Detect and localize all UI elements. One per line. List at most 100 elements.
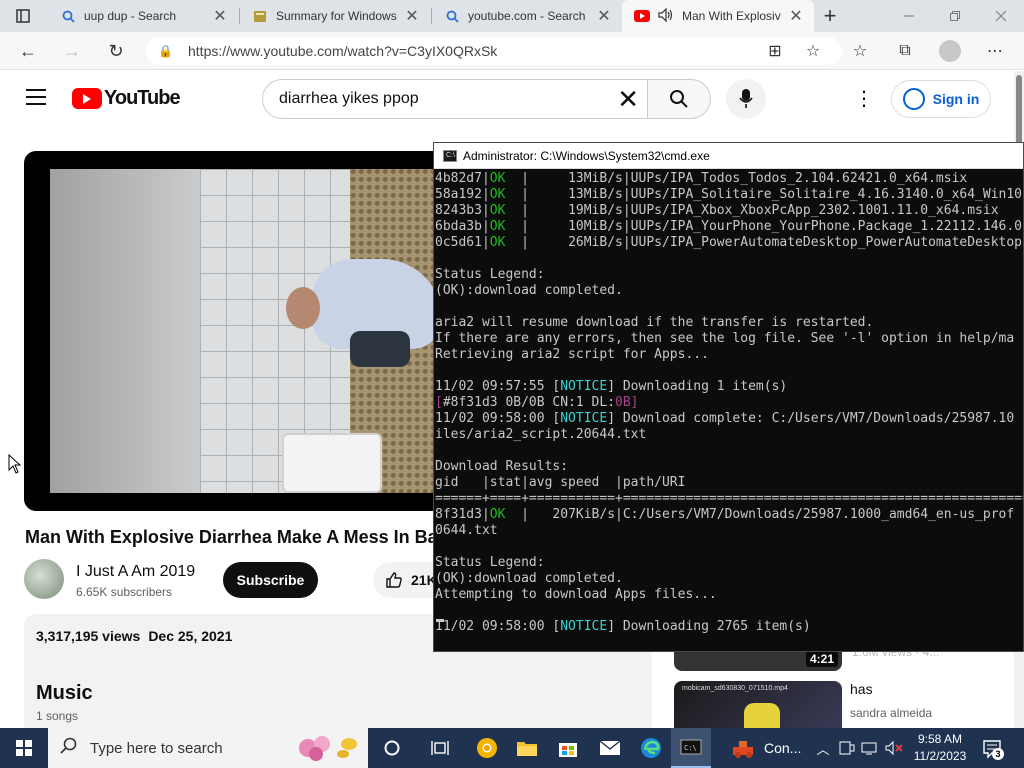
profile-avatar[interactable] <box>935 37 965 65</box>
close-icon <box>996 11 1006 21</box>
cmd-line: 0c5d61|OK | 26MiB/s|UUPs/IPA_PowerAutoma… <box>434 235 1023 251</box>
task-view-button[interactable] <box>420 728 460 768</box>
tab-uup-dup-search[interactable]: uup dup - Search ✕ <box>48 0 238 32</box>
cmd-text-notice: NOTICE <box>560 411 608 426</box>
thumbnail-caption: mobicam_sd630830_071510.mp4 <box>682 685 788 692</box>
chrome-app[interactable] <box>467 728 507 768</box>
edge-app[interactable] <box>631 728 671 768</box>
cmd-line: gid |stat|avg speed |path/URI <box>434 475 1023 491</box>
youtube-logo-text: YouTube <box>104 87 181 109</box>
close-window-button[interactable] <box>978 0 1024 32</box>
cmd-text-pre: 8243b3| <box>435 203 490 218</box>
cmd-text-post: | 19MiB/s|UUPs/IPA_Xbox_XboxPcApp_2302.1… <box>505 203 999 218</box>
chevron-up-icon: ︿ <box>816 741 830 757</box>
tab-title: Summary for Windows <box>276 9 397 23</box>
close-icon[interactable]: ✕ <box>402 6 422 26</box>
speaker-muted-icon <box>885 741 903 755</box>
voice-search-button[interactable] <box>726 79 766 119</box>
cmd-output[interactable]: 4b82d7|OK | 13MiB/s|UUPs/IPA_Todos_Todos… <box>434 171 1024 651</box>
video-player[interactable] <box>24 151 444 511</box>
cmd-text-post: | 26MiB/s|UUPs/IPA_PowerAutomateDesktop_… <box>505 235 1023 250</box>
collections-icon[interactable]: ⧉ <box>890 37 920 65</box>
menu-icon[interactable] <box>26 89 46 110</box>
restore-icon <box>950 11 960 21</box>
cmd-titlebar[interactable]: C:\ Administrator: C:\Windows\System32\c… <box>434 143 1023 169</box>
volume-muted-icon[interactable] <box>882 728 906 768</box>
browser-tab-strip: uup dup - Search ✕ Summary for Windows ✕… <box>0 0 1024 32</box>
system-clock[interactable]: 9:58 AM 11/2/2023 <box>908 731 972 765</box>
cmd-line: Status Legend: <box>434 555 1023 571</box>
cmd-text-text: ======+====+===========+================… <box>435 491 1024 506</box>
recommended-video-channel[interactable]: sandra almeida <box>850 706 932 720</box>
cmd-text-text: gid |stat|avg speed |path/URI <box>435 475 686 490</box>
back-button[interactable]: ← <box>12 36 44 66</box>
video-duration: 4:21 <box>805 651 838 667</box>
app-available-icon[interactable]: ⊞ <box>760 37 790 65</box>
cmd-text-text: aria2 will resume download if the transf… <box>435 315 874 330</box>
minimize-button[interactable] <box>886 0 932 32</box>
scrollbar-thumb[interactable] <box>1016 75 1022 145</box>
new-tab-button[interactable]: + <box>816 3 844 28</box>
tray-app-icon[interactable] <box>836 728 858 768</box>
channel-name[interactable]: I Just A Am 2019 <box>76 563 195 581</box>
tab-title: uup dup - Search <box>84 9 177 23</box>
mail-app[interactable] <box>590 728 630 768</box>
favorites-icon[interactable]: ☆ <box>845 37 875 65</box>
recommended-video-thumbnail[interactable]: mobicam_sd630830_071510.mp4 <box>674 681 842 728</box>
cmd-line: 11/02 09:58:00 [NOTICE] Download complet… <box>434 411 1023 427</box>
sign-in-button[interactable]: Sign in <box>891 80 991 118</box>
file-explorer-app[interactable] <box>507 728 547 768</box>
minimize-icon <box>904 15 914 17</box>
search-icon <box>60 8 76 24</box>
cmd-text-ok: OK <box>489 507 506 522</box>
forward-button[interactable]: → <box>56 36 88 66</box>
close-icon[interactable]: ✕ <box>786 6 806 26</box>
subscriber-count: 6.65K subscribers <box>76 585 173 599</box>
cortana-button[interactable] <box>372 728 412 768</box>
publish-date: Dec 25, 2021 <box>148 628 233 644</box>
cmd-line: iles/aria2_script.20644.txt <box>434 427 1023 443</box>
tab-actions-button[interactable] <box>8 6 38 26</box>
cmd-text-dim-post: ] <box>630 395 639 410</box>
store-icon <box>559 743 577 757</box>
search-button[interactable] <box>647 79 711 119</box>
clear-search-icon[interactable]: ✕ <box>617 86 639 112</box>
restore-button[interactable] <box>932 0 978 32</box>
cmd-text-text: Status Legend: <box>435 267 545 282</box>
tab-youtube-search[interactable]: youtube.com - Search ✕ <box>432 0 622 32</box>
cmd-line: Retrieving aria2 script for Apps... <box>434 347 1023 363</box>
cmd-text-post: ] Downloading 2765 item(s) <box>607 619 811 634</box>
tab-summary-for-windows[interactable]: Summary for Windows ✕ <box>240 0 430 32</box>
more-options-icon[interactable]: ⋯ <box>980 37 1010 65</box>
cmd-app[interactable]: C:\ <box>671 728 711 768</box>
start-button[interactable] <box>0 728 48 768</box>
console-app[interactable] <box>724 728 764 768</box>
cmd-text-pre: 11/02 09:57:55 [ <box>435 379 561 394</box>
settings-more-icon[interactable]: ⋮ <box>854 88 874 110</box>
taskbar-search-box[interactable]: Type here to search <box>48 728 368 768</box>
tab-title: youtube.com - Search <box>468 9 586 23</box>
recommended-video-title[interactable]: has <box>850 681 873 697</box>
add-favorite-icon[interactable]: ☆ <box>798 37 828 65</box>
tab-man-with-explosive[interactable]: Man With Explosiv ✕ <box>622 0 814 32</box>
network-icon[interactable] <box>858 728 880 768</box>
show-hidden-icons[interactable]: ︿ <box>812 728 834 768</box>
folder-icon <box>517 742 537 756</box>
close-icon[interactable]: ✕ <box>594 6 614 26</box>
close-icon[interactable]: ✕ <box>210 6 230 26</box>
refresh-button[interactable]: ↻ <box>100 36 132 66</box>
url-field[interactable]: 🔒 https://www.youtube.com/watch?v=C3yIX0… <box>146 37 842 65</box>
cmd-line: ======+====+===========+================… <box>434 491 1024 507</box>
cmd-line: Attempting to download Apps files... <box>434 587 1023 603</box>
search-input[interactable]: diarrhea yikes ppop ✕ <box>262 79 648 119</box>
cmd-text-dim-pre: [ <box>435 395 443 410</box>
subscribe-button[interactable]: Subscribe <box>223 562 318 598</box>
channel-avatar[interactable] <box>24 559 64 599</box>
youtube-logo[interactable]: YouTube <box>72 87 181 110</box>
store-app[interactable] <box>548 728 588 768</box>
notification-center-button[interactable]: 3 <box>980 736 1004 760</box>
speaker-icon[interactable] <box>658 7 674 25</box>
cmd-text-ok: OK <box>489 219 506 234</box>
cmd-line: 0644.txt <box>434 523 1023 539</box>
cmd-window[interactable]: C:\ Administrator: C:\Windows\System32\c… <box>433 142 1024 652</box>
